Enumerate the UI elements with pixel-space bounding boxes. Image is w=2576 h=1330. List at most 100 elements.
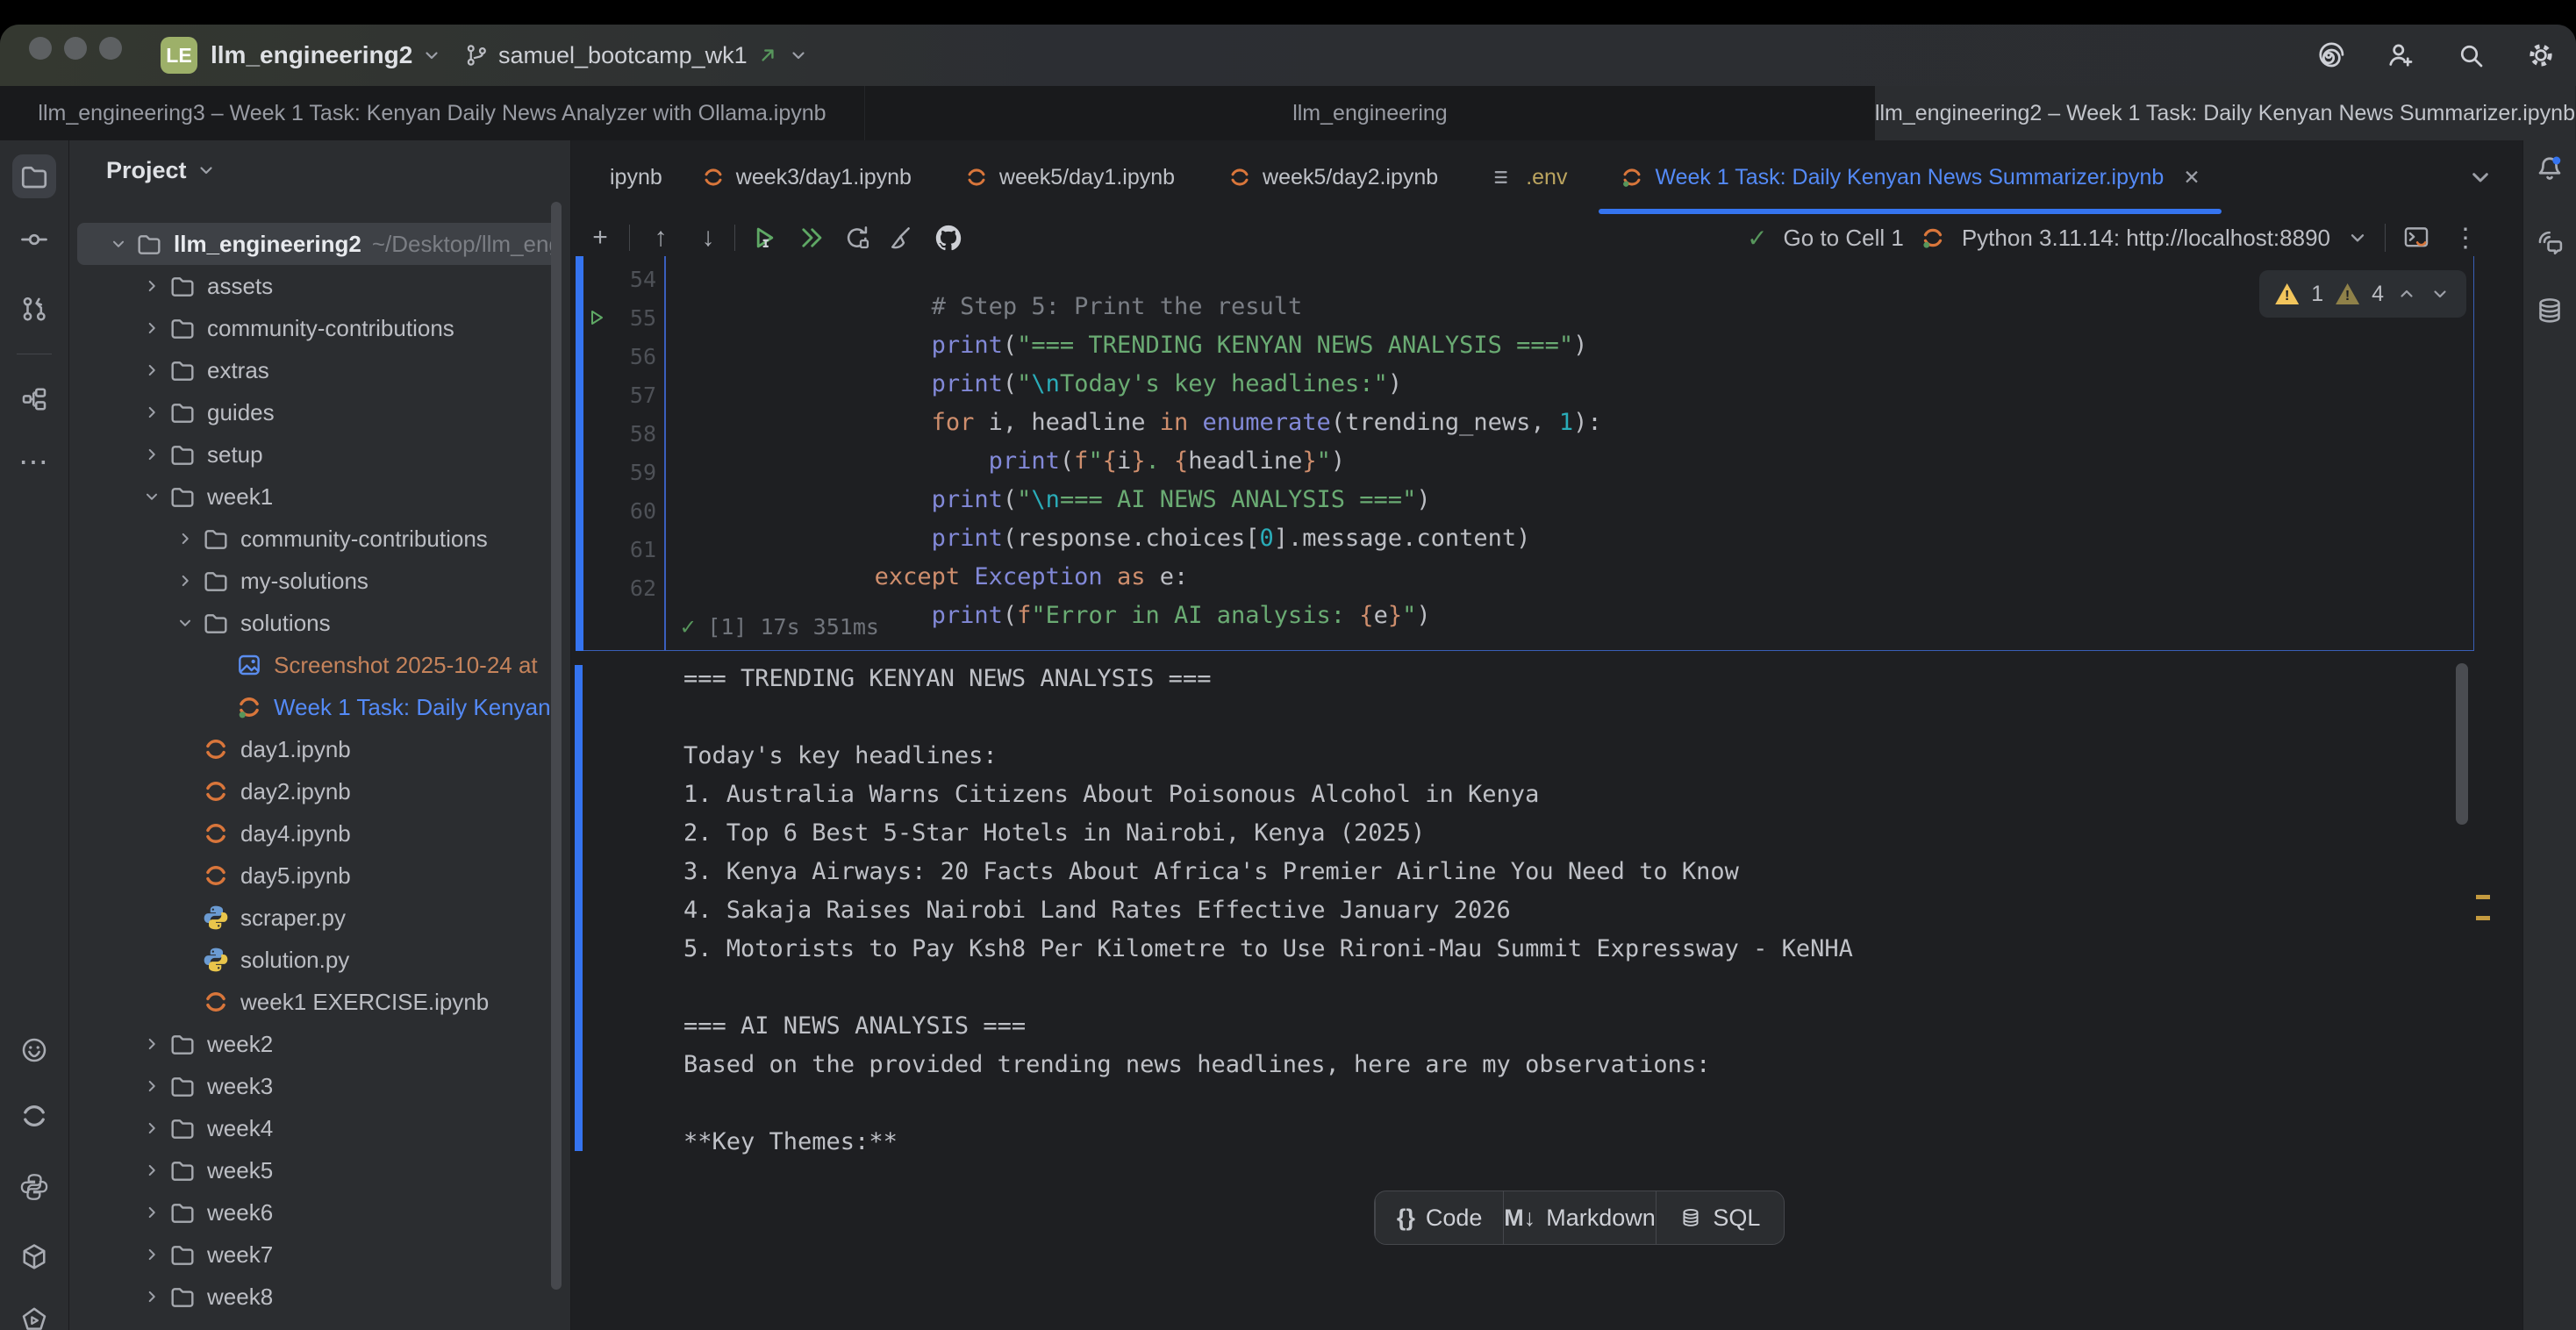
run-line-icon[interactable] bbox=[576, 307, 618, 328]
code-with-me-button[interactable] bbox=[2381, 36, 2420, 75]
expand-chevron-icon[interactable] bbox=[135, 445, 168, 464]
branch-widget[interactable]: samuel_bootcamp_wk1 bbox=[463, 25, 809, 86]
dependencies-tool-button[interactable] bbox=[15, 1238, 54, 1276]
editor-tab[interactable]: week3/day1.ipynb bbox=[675, 140, 938, 214]
chevron-down-icon[interactable] bbox=[2346, 226, 2369, 249]
expand-chevron-icon[interactable] bbox=[135, 1034, 168, 1054]
run-line-icon[interactable] bbox=[576, 539, 618, 560]
database-button[interactable] bbox=[2530, 291, 2569, 330]
tree-item[interactable]: week3 bbox=[77, 1065, 562, 1107]
minimize-window-button[interactable] bbox=[64, 37, 87, 60]
tree-item[interactable]: day2.ipynb bbox=[77, 770, 562, 812]
add-cell-type-button[interactable]: SQL bbox=[1656, 1191, 1784, 1244]
add-cell-type-button[interactable]: {} Code bbox=[1375, 1191, 1503, 1244]
window-tab[interactable]: llm_engineering2 – Week 1 Task: Daily Ke… bbox=[1875, 86, 2576, 140]
zoom-window-button[interactable] bbox=[99, 37, 122, 60]
run-line-icon[interactable] bbox=[576, 384, 618, 405]
editor-tab[interactable]: Week 1 Task: Daily Kenyan News Summarize… bbox=[1593, 140, 2226, 214]
expand-chevron-icon[interactable] bbox=[202, 655, 235, 675]
go-to-cell-button[interactable]: Go to Cell 1 bbox=[1784, 225, 1904, 252]
editor-tab[interactable]: week5/day1.ipynb bbox=[938, 140, 1201, 214]
hugging-face-tool-button[interactable] bbox=[15, 1031, 54, 1069]
tree-item[interactable]: week7 bbox=[77, 1233, 562, 1276]
add-cell-type-button[interactable]: M↓ Markdown bbox=[1503, 1191, 1656, 1244]
close-tab-icon[interactable]: ✕ bbox=[2183, 166, 2200, 189]
warning-stripe-mark[interactable] bbox=[2476, 895, 2490, 899]
tree-item[interactable]: assets bbox=[77, 265, 562, 307]
notifications-button[interactable] bbox=[2530, 149, 2569, 188]
project-tool-button[interactable] bbox=[12, 154, 56, 198]
tree-item[interactable]: solutions bbox=[77, 602, 562, 644]
expand-chevron-icon[interactable] bbox=[135, 1245, 168, 1264]
tree-item[interactable]: day4.ipynb bbox=[77, 812, 562, 854]
code-cell[interactable]: 54 # Step 5: Print the result 55 print("… bbox=[576, 256, 2474, 651]
tree-item[interactable]: setup bbox=[77, 433, 562, 476]
tree-item[interactable]: week2 bbox=[77, 1023, 562, 1065]
window-tab[interactable]: llm_engineering3 – Week 1 Task: Kenyan D… bbox=[0, 86, 865, 140]
tree-item[interactable]: week6 bbox=[77, 1191, 562, 1233]
project-tree-scrollbar[interactable] bbox=[551, 202, 562, 1290]
tree-item[interactable]: scraper.py bbox=[77, 897, 562, 939]
expand-chevron-icon[interactable] bbox=[168, 613, 202, 633]
structure-tool-button[interactable] bbox=[15, 380, 54, 418]
run-line-icon[interactable] bbox=[576, 423, 618, 444]
tree-item[interactable]: my-solutions bbox=[77, 560, 562, 602]
warning-stripe-mark[interactable] bbox=[2476, 916, 2490, 920]
tree-item[interactable]: community-contributions bbox=[77, 307, 562, 349]
more-tools-button[interactable]: ⋯ bbox=[15, 443, 54, 482]
tree-item[interactable]: day1.ipynb bbox=[77, 728, 562, 770]
commit-tool-button[interactable] bbox=[15, 220, 54, 259]
editor-tab[interactable]: .env bbox=[1464, 140, 1593, 214]
expand-chevron-icon[interactable] bbox=[168, 866, 202, 885]
run-line-icon[interactable] bbox=[576, 577, 618, 598]
inspections-widget[interactable]: 1 4 bbox=[2259, 270, 2466, 318]
hidden-tabs-chevron[interactable] bbox=[2466, 163, 2498, 195]
expand-chevron-icon[interactable] bbox=[135, 1076, 168, 1096]
run-line-icon[interactable] bbox=[576, 461, 618, 483]
tree-item[interactable]: Screenshot 2025-10-24 at bbox=[77, 644, 562, 686]
editor-tab[interactable]: week5/day2.ipynb bbox=[1201, 140, 1464, 214]
expand-chevron-icon[interactable] bbox=[135, 361, 168, 380]
expand-chevron-icon[interactable] bbox=[135, 1119, 168, 1138]
expand-chevron-icon[interactable] bbox=[135, 1161, 168, 1180]
window-tab[interactable]: llm_engineering bbox=[865, 86, 1875, 140]
expand-chevron-icon[interactable] bbox=[168, 529, 202, 548]
tree-item[interactable]: week8 bbox=[77, 1276, 562, 1318]
tree-item[interactable]: guides bbox=[77, 391, 562, 433]
ai-chat-button[interactable] bbox=[2530, 222, 2569, 261]
tree-item[interactable]: week1 bbox=[77, 476, 562, 518]
tree-item[interactable]: Week 1 Task: Daily Kenyan bbox=[77, 686, 562, 728]
tree-item[interactable]: extras bbox=[77, 349, 562, 391]
expand-chevron-icon[interactable] bbox=[168, 782, 202, 801]
ai-assistant-button[interactable] bbox=[2311, 36, 2350, 75]
previous-problem-icon[interactable] bbox=[2396, 283, 2417, 304]
jupyter-console-button[interactable] bbox=[2401, 223, 2431, 253]
jupyter-tool-button[interactable] bbox=[15, 1097, 54, 1135]
expand-chevron-icon[interactable] bbox=[135, 276, 168, 296]
tree-item[interactable]: community-contributions bbox=[77, 518, 562, 560]
expand-chevron-icon[interactable] bbox=[168, 571, 202, 590]
run-line-icon[interactable] bbox=[576, 500, 618, 521]
expand-chevron-icon[interactable] bbox=[168, 992, 202, 1012]
more-options-button[interactable]: ⋮ bbox=[2447, 223, 2484, 254]
pull-requests-tool-button[interactable] bbox=[15, 290, 54, 328]
project-panel-header[interactable]: Project bbox=[106, 140, 217, 200]
expand-chevron-icon[interactable] bbox=[135, 1287, 168, 1306]
expand-chevron-icon[interactable] bbox=[102, 234, 135, 254]
settings-button[interactable] bbox=[2522, 36, 2560, 75]
expand-chevron-icon[interactable] bbox=[168, 740, 202, 759]
close-window-button[interactable] bbox=[29, 37, 52, 60]
expand-chevron-icon[interactable] bbox=[168, 824, 202, 843]
editor-tab[interactable]: ipynb bbox=[571, 140, 675, 214]
kernel-selector[interactable]: Python 3.11.14: http://localhost:8890 bbox=[1962, 225, 2330, 252]
next-problem-icon[interactable] bbox=[2429, 283, 2451, 304]
expand-chevron-icon[interactable] bbox=[135, 1203, 168, 1222]
tree-item[interactable]: .env bbox=[77, 1318, 562, 1330]
tree-item[interactable]: day5.ipynb bbox=[77, 854, 562, 897]
expand-chevron-icon[interactable] bbox=[135, 487, 168, 506]
expand-chevron-icon[interactable] bbox=[135, 318, 168, 338]
run-line-icon[interactable] bbox=[576, 346, 618, 367]
tree-item[interactable]: week1 EXERCISE.ipynb bbox=[77, 981, 562, 1023]
editor-scrollbar[interactable] bbox=[2456, 663, 2468, 825]
run-targets-tool-button[interactable] bbox=[15, 1301, 54, 1330]
